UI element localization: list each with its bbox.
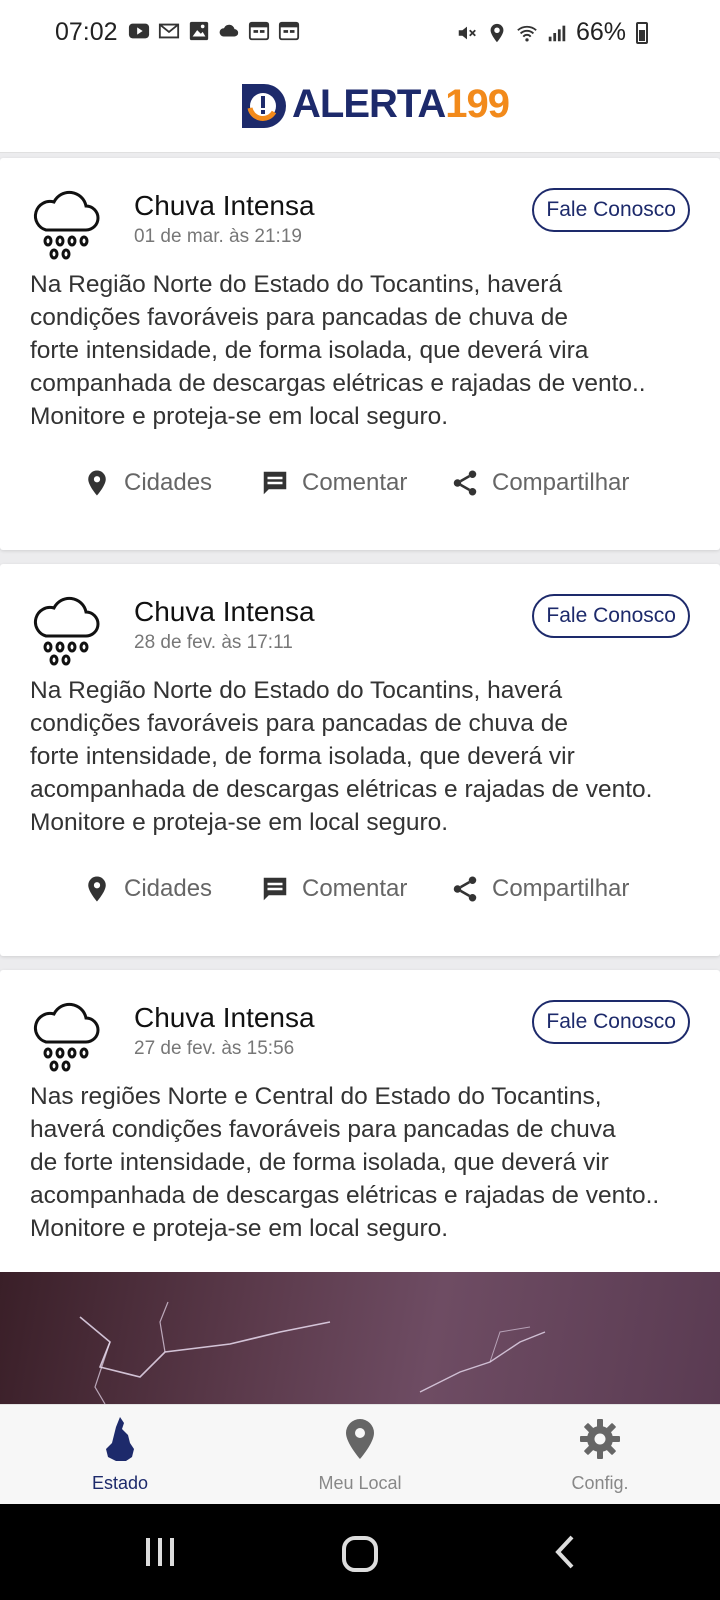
alert-title: Chuva Intensa [134, 190, 315, 221]
heavy-rain-icon [33, 596, 100, 666]
comment-button[interactable]: Comentar [260, 874, 407, 904]
home-icon[interactable] [340, 1534, 380, 1574]
cities-button[interactable]: Cidades [82, 468, 212, 498]
signal-icon [548, 25, 566, 41]
location-pin-icon [88, 876, 106, 902]
battery-icon [636, 21, 648, 44]
share-icon [453, 470, 477, 496]
comment-button[interactable]: Comentar [260, 468, 407, 498]
gmail-icon [158, 23, 180, 39]
comment-label: Comentar [302, 469, 408, 496]
cloud-icon [219, 24, 239, 37]
battery-percent: 66% [575, 18, 626, 46]
share-button[interactable]: Compartilhar [450, 468, 629, 498]
share-icon [453, 876, 477, 902]
alert-title: Chuva Intensa [134, 1002, 315, 1033]
alert-badge-icon [242, 84, 286, 128]
comment-icon [263, 471, 287, 495]
app-logo: ALERTA 199 [236, 76, 510, 132]
logo-word: ALERTA [292, 81, 446, 126]
contact-button[interactable]: Fale Conosco [532, 594, 690, 638]
location-icon [490, 23, 504, 42]
gear-icon [580, 1419, 620, 1459]
cities-label: Cidades [124, 875, 213, 902]
alert-body: Na Região Norte do Estado do Tocantins, … [30, 677, 653, 836]
contact-button[interactable]: Fale Conosco [532, 1000, 690, 1044]
recent-apps-icon[interactable] [142, 1534, 178, 1570]
tab-meu-local-label: Meu Local [318, 1473, 402, 1493]
state-map-icon [106, 1417, 134, 1461]
alert-card[interactable]: Chuva Intensa 01 de mar. às 21:19 Fale C… [0, 158, 720, 550]
lightning-graphic [79, 1301, 546, 1404]
tab-estado[interactable]: Estado [0, 1405, 240, 1505]
cities-button[interactable]: Cidades [82, 874, 212, 904]
calendar-icon [248, 21, 270, 41]
logo-number: 199 [445, 81, 510, 126]
alert-date: 28 de fev. às 17:11 [134, 632, 293, 653]
heavy-rain-icon [33, 190, 100, 260]
contact-button[interactable]: Fale Conosco [532, 188, 690, 232]
alert-title: Chuva Intensa [134, 596, 315, 627]
wifi-icon [517, 25, 537, 42]
system-indicators: 66% [456, 18, 648, 47]
comment-icon [263, 877, 287, 901]
share-label: Compartilhar [492, 469, 630, 496]
status-time: 07:02 [55, 18, 118, 46]
alert-body: Nas regiões Norte e Central do Estado do… [30, 1083, 660, 1242]
alert-actions: Cidades Comentar Compartilhar [0, 468, 720, 512]
app-header: ALERTA 199 [0, 62, 720, 153]
comment-label: Comentar [302, 875, 408, 902]
alert-date: 27 de fev. às 15:56 [134, 1038, 295, 1059]
alert-card[interactable]: Chuva Intensa 28 de fev. às 17:11 Fale C… [0, 564, 720, 956]
cities-label: Cidades [124, 469, 213, 496]
mute-icon [458, 26, 476, 39]
location-pin-icon [346, 1419, 374, 1459]
tab-meu-local[interactable]: Meu Local [240, 1405, 480, 1505]
heavy-rain-icon [33, 1002, 100, 1072]
system-navigation-bar [0, 1504, 720, 1600]
back-icon[interactable] [548, 1534, 584, 1570]
alert-actions: Cidades Comentar Compartilhar [0, 874, 720, 918]
tab-config-label: Config. [571, 1473, 629, 1493]
calendar-icon [278, 21, 300, 41]
status-bar: 07:02 66% [0, 0, 720, 62]
share-label: Compartilhar [492, 875, 630, 902]
notification-icons [128, 20, 300, 42]
tab-config[interactable]: Config. [480, 1405, 720, 1505]
alert-date: 01 de mar. às 21:19 [134, 226, 302, 247]
alert-body: Na Região Norte do Estado do Tocantins, … [30, 271, 646, 430]
bottom-navigation: Estado Meu Local Config. [0, 1404, 720, 1505]
gallery-icon [189, 21, 209, 41]
share-button[interactable]: Compartilhar [450, 874, 629, 904]
youtube-icon [128, 23, 150, 39]
tab-estado-label: Estado [91, 1473, 149, 1493]
storm-photo [0, 1272, 720, 1404]
location-pin-icon [88, 470, 106, 496]
